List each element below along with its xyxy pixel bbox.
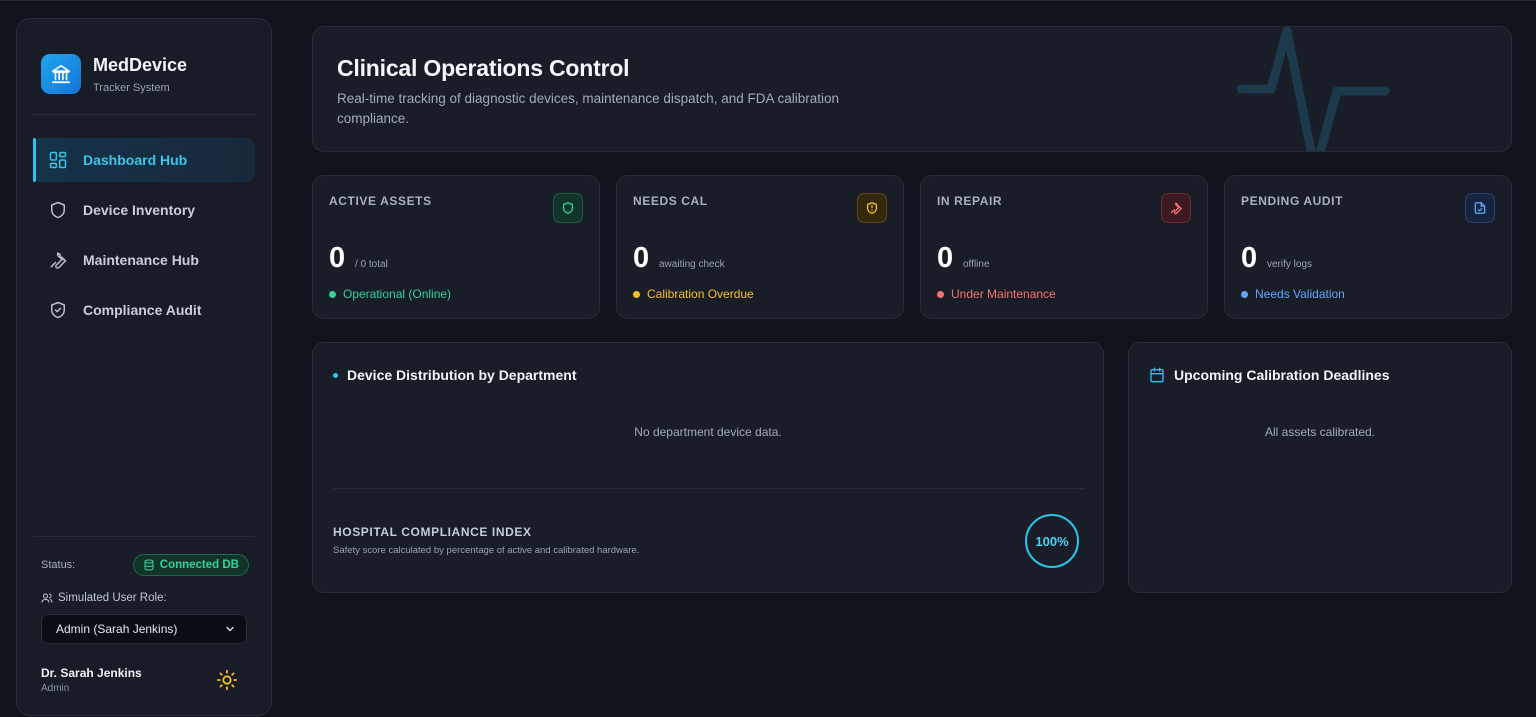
status-dot: [633, 290, 640, 298]
empty-state-text: All assets calibrated.: [1264, 425, 1376, 439]
shield-icon: [553, 193, 583, 223]
sun-icon: [216, 669, 238, 691]
wrench-icon: [47, 249, 69, 271]
stat-label: NEEDS CAL: [633, 194, 708, 208]
role-select-value: Admin (Sarah Jenkins): [56, 622, 178, 636]
stat-label: ACTIVE ASSETS: [329, 194, 432, 208]
theme-toggle-button[interactable]: [215, 668, 239, 692]
status-badge: Connected DB: [132, 554, 249, 576]
sidebar-item-label: Compliance Audit: [83, 302, 202, 318]
sidebar-item-device-inventory[interactable]: Device Inventory: [33, 188, 255, 232]
sidebar-item-dashboard-hub[interactable]: Dashboard Hub: [33, 138, 255, 182]
stat-label: PENDING AUDIT: [1241, 194, 1344, 208]
sidebar-item-label: Dashboard Hub: [83, 152, 188, 168]
status-dot: [937, 290, 944, 298]
stat-status-text: Under Maintenance: [951, 287, 1056, 301]
panel-title-text: Upcoming Calibration Deadlines: [1174, 367, 1390, 383]
app-root: MedDevice Tracker System Dashboard Hub D…: [0, 0, 1536, 717]
stat-sub: / 0 total: [355, 259, 388, 270]
brand-title: MedDevice: [93, 54, 188, 75]
page-description: Real-time tracking of diagnostic devices…: [337, 91, 840, 126]
shield-check-icon: [47, 299, 69, 321]
stat-status: Under Maintenance: [937, 287, 1056, 301]
wrench-icon: [1161, 193, 1191, 223]
compliance-index-title: HOSPITAL COMPLIANCE INDEX: [333, 525, 532, 539]
stat-status: Calibration Overdue: [633, 287, 754, 301]
hero-banner: Clinical Operations Control Real-time tr…: [312, 26, 1512, 152]
status-badge-label: Connected DB: [159, 559, 239, 571]
stat-value: 0: [937, 242, 954, 274]
role-label-text: Simulated User Role:: [58, 592, 167, 604]
stat-sub: verify logs: [1267, 259, 1313, 270]
sidebar-divider: [33, 536, 255, 537]
panel-title: Upcoming Calibration Deadlines: [1149, 367, 1389, 383]
page-title: Clinical Operations Control: [337, 55, 630, 81]
panel-divider: [333, 488, 1085, 489]
stat-label: IN REPAIR: [937, 194, 1003, 208]
sidebar-item-compliance-audit[interactable]: Compliance Audit: [33, 288, 255, 332]
deadlines-panel: Upcoming Calibration Deadlines All asset…: [1128, 342, 1512, 593]
stat-value: 0: [1241, 242, 1258, 274]
shield-icon: [47, 199, 69, 221]
user-name: Dr. Sarah Jenkins: [41, 666, 142, 680]
dashboard-grid-icon: [47, 149, 69, 171]
stat-card-pending-audit: PENDING AUDIT 0 verify logs Needs Valida…: [1224, 175, 1512, 319]
stat-card-needs-cal: NEEDS CAL 0 awaiting check Calibration O…: [616, 175, 904, 319]
user-role: Admin: [41, 683, 70, 694]
compliance-index-description: Safety score calculated by percentage of…: [333, 545, 640, 556]
distribution-panel: Device Distribution by Department No dep…: [312, 342, 1104, 593]
status-dot: [329, 290, 336, 298]
panel-title-text: Device Distribution by Department: [347, 367, 577, 383]
stat-status-text: Operational (Online): [343, 287, 452, 301]
brand: MedDevice Tracker System: [41, 54, 187, 94]
stat-sub: offline: [963, 259, 990, 270]
status-label: Status:: [41, 559, 76, 571]
stat-status-text: Needs Validation: [1255, 287, 1345, 301]
pulse-decoration-icon: [1236, 27, 1390, 151]
sidebar: MedDevice Tracker System Dashboard Hub D…: [16, 18, 272, 716]
sidebar-item-label: Device Inventory: [83, 202, 196, 218]
stat-status: Needs Validation: [1241, 287, 1345, 301]
role-select[interactable]: Admin (Sarah Jenkins): [41, 614, 247, 644]
empty-state-text: No department device data.: [634, 425, 782, 439]
sidebar-item-maintenance-hub[interactable]: Maintenance Hub: [33, 238, 255, 282]
stat-status-text: Calibration Overdue: [647, 287, 754, 301]
hospital-logo-icon: [41, 54, 81, 94]
status-dot: [1241, 290, 1248, 298]
stat-card-in-repair: IN REPAIR 0 offline Under Maintenance: [920, 175, 1208, 319]
chevron-down-icon: [226, 626, 234, 632]
stat-value: 0: [633, 242, 650, 274]
brand-subtitle: Tracker System: [93, 81, 170, 94]
file-check-icon: [1465, 193, 1495, 223]
stat-sub: awaiting check: [659, 259, 725, 270]
users-icon: [41, 593, 53, 603]
calendar-icon: [1150, 367, 1164, 383]
db-status-row: Status: Connected DB: [41, 554, 249, 576]
stat-card-active-assets: ACTIVE ASSETS 0 / 0 total Operational (O…: [312, 175, 600, 319]
sidebar-nav: Dashboard Hub Device Inventory Maintenan…: [33, 138, 255, 338]
panel-title: Device Distribution by Department: [333, 367, 577, 383]
database-icon: [144, 559, 154, 571]
bullet-dot: [333, 372, 338, 378]
stat-value: 0: [329, 242, 346, 274]
stat-status: Operational (Online): [329, 287, 451, 301]
compliance-score-ring: 100%: [1025, 514, 1079, 568]
role-label: Simulated User Role:: [41, 592, 167, 604]
sidebar-item-label: Maintenance Hub: [83, 252, 199, 268]
sidebar-divider: [33, 114, 255, 115]
shield-alert-icon: [857, 193, 887, 223]
